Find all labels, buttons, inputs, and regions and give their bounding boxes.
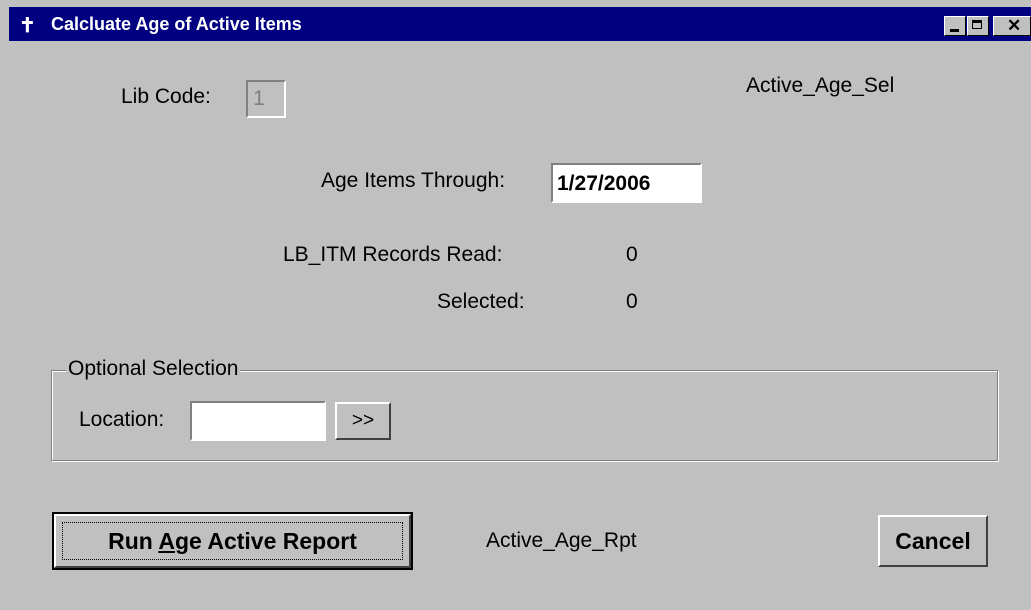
minimize-button[interactable] xyxy=(944,16,966,36)
dialog-window: ✝ Calcluate Age of Active Items ✕ Lib Co… xyxy=(0,0,1031,610)
focus-indicator xyxy=(62,522,403,560)
location-lookup-button[interactable]: >> xyxy=(335,402,391,440)
location-field[interactable] xyxy=(190,401,326,441)
close-icon: ✕ xyxy=(1007,16,1022,35)
form-name-label: Active_Age_Sel xyxy=(746,74,895,97)
selected-label: Selected: xyxy=(437,290,525,313)
title-bar[interactable]: ✝ Calcluate Age of Active Items ✕ xyxy=(9,7,1031,41)
location-label: Location: xyxy=(79,408,165,431)
app-icon: ✝ xyxy=(19,15,36,37)
lib-code-field[interactable]: 1 xyxy=(246,80,286,118)
records-read-label: LB_ITM Records Read: xyxy=(283,243,503,266)
window-title: Calcluate Age of Active Items xyxy=(51,14,302,34)
records-read-value: 0 xyxy=(626,243,638,266)
age-through-field[interactable]: 1/27/2006 xyxy=(551,163,702,203)
age-through-value: 1/27/2006 xyxy=(557,172,651,195)
close-button[interactable]: ✕ xyxy=(993,16,1031,36)
selected-value: 0 xyxy=(626,290,638,313)
optional-selection-legend: Optional Selection xyxy=(66,357,241,381)
run-age-active-report-button[interactable]: Run Age Active Report xyxy=(52,512,413,570)
cancel-button[interactable]: Cancel xyxy=(878,515,988,567)
lib-code-label: Lib Code: xyxy=(121,85,211,108)
report-name-label: Active_Age_Rpt xyxy=(486,529,637,552)
maximize-button[interactable] xyxy=(967,16,989,36)
lib-code-value: 1 xyxy=(253,87,265,110)
age-through-label: Age Items Through: xyxy=(321,169,506,192)
